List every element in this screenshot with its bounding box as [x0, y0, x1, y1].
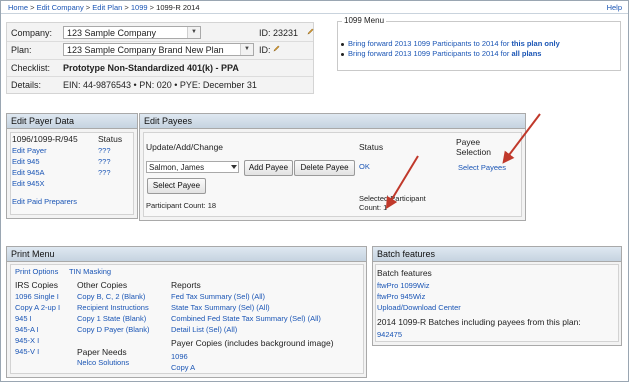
arrow-to-select-payees: [502, 113, 541, 164]
annotation-arrows: [385, 113, 541, 210]
arrow-to-selected-count: [385, 155, 419, 210]
